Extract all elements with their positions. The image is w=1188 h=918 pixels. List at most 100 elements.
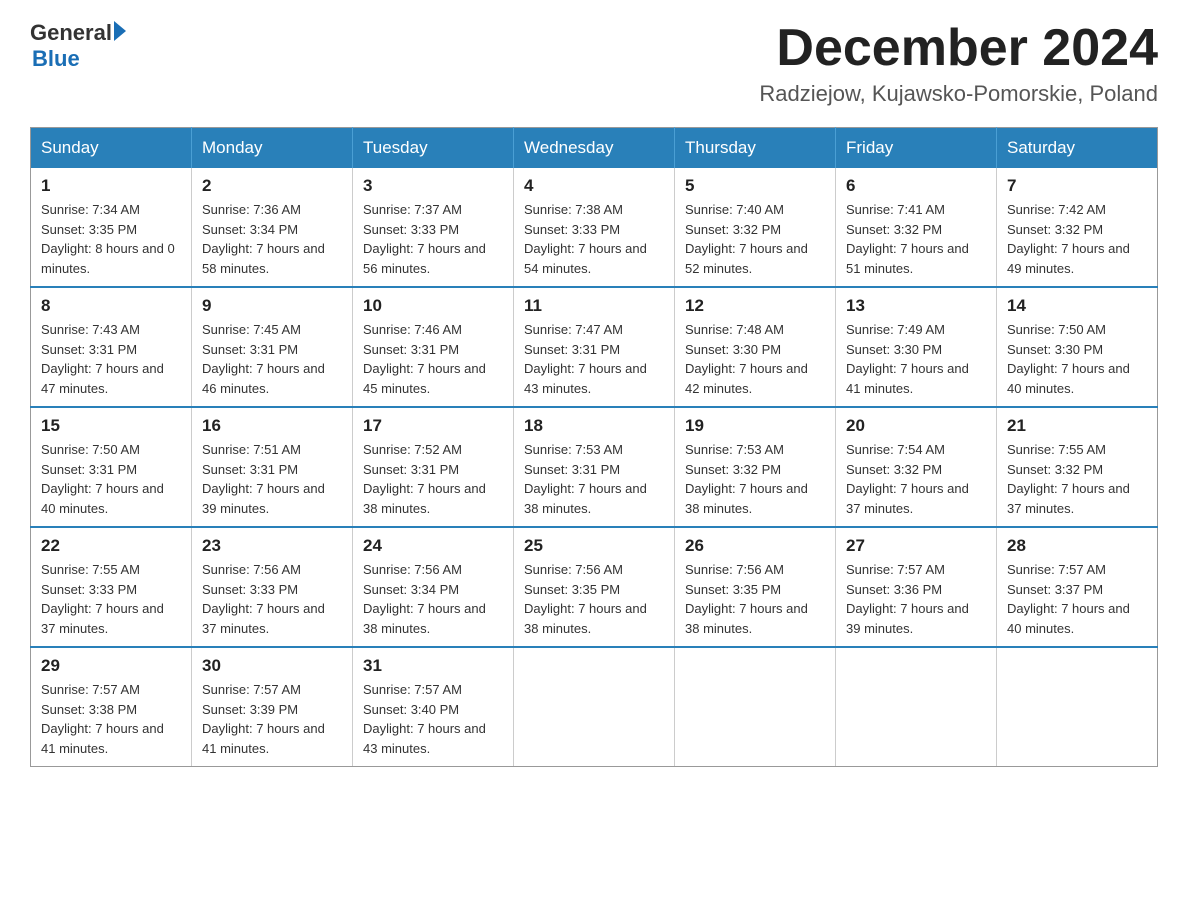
logo-arrow-icon [114,21,126,41]
day-of-week-header: Wednesday [514,128,675,169]
calendar-day-cell: 23Sunrise: 7:56 AMSunset: 3:33 PMDayligh… [192,527,353,647]
calendar-day-cell: 28 Sunrise: 7:57 AMSunset: 3:37 PMDayligh… [997,527,1158,647]
calendar-day-cell: 20 Sunrise: 7:54 AMSunset: 3:32 PMDayligh… [836,407,997,527]
day-number: 15 [41,416,181,436]
calendar-day-cell: 30 Sunrise: 7:57 AMSunset: 3:39 PMDayligh… [192,647,353,767]
day-number: 11 [524,296,664,316]
calendar-day-cell: 1 Sunrise: 7:34 AMSunset: 3:35 PMDaylight… [31,168,192,287]
day-number: 19 [685,416,825,436]
day-info: Sunrise: 7:49 AMSunset: 3:30 PMDaylight:… [846,320,986,398]
calendar-day-cell: 31 Sunrise: 7:57 AMSunset: 3:40 PMDayligh… [353,647,514,767]
day-info: Sunrise: 7:57 AMSunset: 3:39 PMDaylight:… [202,680,342,758]
logo-general-text: General [30,20,112,46]
day-of-week-header: Thursday [675,128,836,169]
day-number: 1 [41,176,181,196]
calendar-day-cell: 5 Sunrise: 7:40 AMSunset: 3:32 PMDaylight… [675,168,836,287]
calendar-day-cell [836,647,997,767]
day-info: Sunrise: 7:53 AMSunset: 3:31 PMDaylight:… [524,440,664,518]
calendar-day-cell: 3 Sunrise: 7:37 AMSunset: 3:33 PMDaylight… [353,168,514,287]
calendar-week-row: 1 Sunrise: 7:34 AMSunset: 3:35 PMDaylight… [31,168,1158,287]
day-info: Sunrise: 7:48 AMSunset: 3:30 PMDaylight:… [685,320,825,398]
day-number: 9 [202,296,342,316]
day-info: Sunrise: 7:38 AMSunset: 3:33 PMDaylight:… [524,200,664,278]
calendar-day-cell [675,647,836,767]
day-info: Sunrise: 7:50 AMSunset: 3:31 PMDaylight:… [41,440,181,518]
day-number: 8 [41,296,181,316]
day-number: 22 [41,536,181,556]
day-info: Sunrise: 7:51 AMSunset: 3:31 PMDaylight:… [202,440,342,518]
day-number: 30 [202,656,342,676]
day-info: Sunrise: 7:54 AMSunset: 3:32 PMDaylight:… [846,440,986,518]
calendar-day-cell: 18 Sunrise: 7:53 AMSunset: 3:31 PMDayligh… [514,407,675,527]
day-number: 4 [524,176,664,196]
day-info: Sunrise: 7:57 AMSunset: 3:37 PMDaylight:… [1007,560,1147,638]
page-header: General Blue December 2024 Radziejow, Ku… [30,20,1158,107]
month-title: December 2024 [759,20,1158,77]
day-number: 28 [1007,536,1147,556]
calendar-day-cell: 26Sunrise: 7:56 AMSunset: 3:35 PMDayligh… [675,527,836,647]
calendar-day-cell [514,647,675,767]
day-number: 2 [202,176,342,196]
day-number: 25 [524,536,664,556]
calendar-day-cell: 15 Sunrise: 7:50 AMSunset: 3:31 PMDayligh… [31,407,192,527]
day-of-week-header: Saturday [997,128,1158,169]
day-of-week-header: Monday [192,128,353,169]
calendar-day-cell: 27Sunrise: 7:57 AMSunset: 3:36 PMDayligh… [836,527,997,647]
calendar-day-cell: 10Sunrise: 7:46 AMSunset: 3:31 PMDayligh… [353,287,514,407]
day-info: Sunrise: 7:57 AMSunset: 3:40 PMDaylight:… [363,680,503,758]
calendar-day-cell: 12 Sunrise: 7:48 AMSunset: 3:30 PMDayligh… [675,287,836,407]
day-number: 12 [685,296,825,316]
calendar-day-cell: 29 Sunrise: 7:57 AMSunset: 3:38 PMDayligh… [31,647,192,767]
day-info: Sunrise: 7:56 AMSunset: 3:35 PMDaylight:… [524,560,664,638]
day-info: Sunrise: 7:45 AMSunset: 3:31 PMDaylight:… [202,320,342,398]
calendar-day-cell: 11 Sunrise: 7:47 AMSunset: 3:31 PMDayligh… [514,287,675,407]
day-info: Sunrise: 7:40 AMSunset: 3:32 PMDaylight:… [685,200,825,278]
day-info: Sunrise: 7:57 AMSunset: 3:38 PMDaylight:… [41,680,181,758]
day-info: Sunrise: 7:52 AMSunset: 3:31 PMDaylight:… [363,440,503,518]
title-section: December 2024 Radziejow, Kujawsko-Pomors… [759,20,1158,107]
location-title: Radziejow, Kujawsko-Pomorskie, Poland [759,81,1158,107]
day-number: 5 [685,176,825,196]
calendar-table: SundayMondayTuesdayWednesdayThursdayFrid… [30,127,1158,767]
calendar-day-cell [997,647,1158,767]
day-info: Sunrise: 7:47 AMSunset: 3:31 PMDaylight:… [524,320,664,398]
calendar-week-row: 29 Sunrise: 7:57 AMSunset: 3:38 PMDayligh… [31,647,1158,767]
day-info: Sunrise: 7:53 AMSunset: 3:32 PMDaylight:… [685,440,825,518]
calendar-day-cell: 24Sunrise: 7:56 AMSunset: 3:34 PMDayligh… [353,527,514,647]
day-info: Sunrise: 7:37 AMSunset: 3:33 PMDaylight:… [363,200,503,278]
day-number: 10 [363,296,503,316]
day-info: Sunrise: 7:43 AMSunset: 3:31 PMDaylight:… [41,320,181,398]
day-of-week-header: Sunday [31,128,192,169]
calendar-day-cell: 14 Sunrise: 7:50 AMSunset: 3:30 PMDayligh… [997,287,1158,407]
day-info: Sunrise: 7:56 AMSunset: 3:35 PMDaylight:… [685,560,825,638]
calendar-day-cell: 16 Sunrise: 7:51 AMSunset: 3:31 PMDayligh… [192,407,353,527]
calendar-day-cell: 4 Sunrise: 7:38 AMSunset: 3:33 PMDaylight… [514,168,675,287]
day-number: 18 [524,416,664,436]
calendar-day-cell: 19 Sunrise: 7:53 AMSunset: 3:32 PMDayligh… [675,407,836,527]
day-number: 29 [41,656,181,676]
day-of-week-header: Tuesday [353,128,514,169]
day-number: 3 [363,176,503,196]
day-info: Sunrise: 7:55 AMSunset: 3:33 PMDaylight:… [41,560,181,638]
day-number: 20 [846,416,986,436]
calendar-week-row: 15 Sunrise: 7:50 AMSunset: 3:31 PMDayligh… [31,407,1158,527]
calendar-day-cell: 22 Sunrise: 7:55 AMSunset: 3:33 PMDayligh… [31,527,192,647]
day-info: Sunrise: 7:34 AMSunset: 3:35 PMDaylight:… [41,200,181,278]
calendar-week-row: 22 Sunrise: 7:55 AMSunset: 3:33 PMDayligh… [31,527,1158,647]
calendar-day-cell: 9 Sunrise: 7:45 AMSunset: 3:31 PMDaylight… [192,287,353,407]
day-number: 16 [202,416,342,436]
day-info: Sunrise: 7:56 AMSunset: 3:33 PMDaylight:… [202,560,342,638]
day-number: 31 [363,656,503,676]
calendar-day-cell: 7Sunrise: 7:42 AMSunset: 3:32 PMDaylight… [997,168,1158,287]
day-number: 6 [846,176,986,196]
day-of-week-header: Friday [836,128,997,169]
logo-blue-text: Blue [32,46,126,72]
calendar-week-row: 8 Sunrise: 7:43 AMSunset: 3:31 PMDaylight… [31,287,1158,407]
day-info: Sunrise: 7:50 AMSunset: 3:30 PMDaylight:… [1007,320,1147,398]
logo: General Blue [30,20,126,72]
day-number: 7 [1007,176,1147,196]
day-number: 24 [363,536,503,556]
day-info: Sunrise: 7:55 AMSunset: 3:32 PMDaylight:… [1007,440,1147,518]
day-number: 14 [1007,296,1147,316]
calendar-day-cell: 21Sunrise: 7:55 AMSunset: 3:32 PMDayligh… [997,407,1158,527]
